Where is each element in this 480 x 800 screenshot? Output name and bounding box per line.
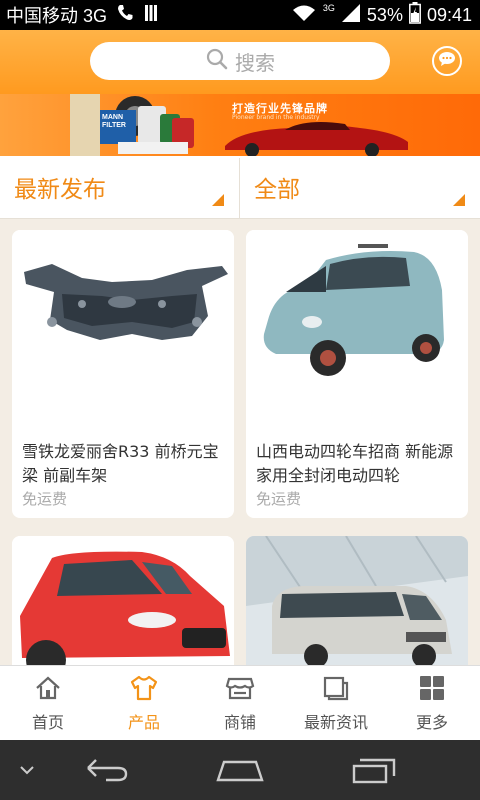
nav-more[interactable]: 更多 [384, 666, 480, 741]
chat-bubble-icon [438, 51, 456, 71]
nav-news-label: 最新资讯 [303, 712, 368, 732]
banner-brand-sign: MANN FILTER [102, 114, 126, 129]
product-title: 山西电动四轮车招商 新能源家用全封闭电动四轮 [256, 442, 454, 485]
shop-icon [225, 675, 255, 705]
product-image-electric-car [246, 230, 468, 430]
carrier-label: 中国移动 3G [6, 6, 108, 26]
recent-apps-icon[interactable] [350, 756, 398, 788]
promo-banner[interactable]: 打造行业先锋品牌 Pioneer brand in the industry M… [0, 94, 480, 156]
news-icon [321, 675, 351, 705]
system-nav-bar [0, 740, 480, 800]
home-icon [34, 675, 62, 705]
nav-products[interactable]: 产品 [96, 666, 192, 741]
wifi-icon [291, 3, 317, 28]
sort-filter[interactable]: 最新发布 [0, 156, 239, 218]
battery-percent: 53% [366, 4, 403, 25]
nav-products-label: 产品 [127, 712, 160, 732]
banner-subtext: Pioneer brand in the industry [232, 114, 320, 121]
clock: 09:41 [426, 4, 472, 25]
dropdown-triangle-icon [453, 194, 465, 206]
shipping-label: 免运费 [22, 490, 68, 508]
nav-shops-label: 商铺 [223, 712, 256, 732]
nav-shops[interactable]: 商铺 [192, 666, 288, 741]
category-filter-label: 全部 [254, 177, 300, 203]
nav-news[interactable]: 最新资讯 [288, 666, 384, 741]
bottom-nav: 首页 产品 商铺 最新资讯 更多 [0, 665, 480, 741]
tshirt-icon [129, 675, 159, 705]
chevron-down-icon[interactable] [18, 762, 36, 781]
filter-bar: 最新发布 全部 [0, 156, 480, 219]
category-filter[interactable]: 全部 [240, 156, 480, 218]
grid-icon [418, 675, 446, 705]
product-card[interactable]: 山西电动四轮车招商 新能源家用全封闭电动四轮 免运费 [246, 230, 468, 518]
sort-filter-label: 最新发布 [14, 177, 106, 203]
phone-icon [115, 3, 135, 28]
dropdown-triangle-icon [212, 194, 224, 206]
nav-more-label: 更多 [415, 712, 448, 732]
message-button[interactable] [432, 46, 462, 76]
home-button-icon[interactable] [214, 756, 266, 788]
product-card[interactable]: 雪铁龙爱丽舍R33 前桥元宝梁 前副车架 免运费 [12, 230, 234, 518]
shipping-label: 免运费 [256, 490, 302, 508]
nav-home-label: 首页 [31, 712, 64, 732]
network-type: 3G [322, 3, 335, 13]
filter-divider [239, 158, 240, 218]
product-title: 雪铁龙爱丽舍R33 前桥元宝梁 前副车架 [22, 442, 219, 485]
search-placeholder: 搜索 [235, 50, 275, 75]
search-icon [205, 47, 229, 76]
nav-home[interactable]: 首页 [0, 666, 96, 741]
sim-icon [143, 3, 159, 28]
app-header: 搜索 [0, 30, 480, 94]
battery-icon [409, 1, 421, 29]
status-bar: 中国移动 3G 3G 53% 09:41 [0, 0, 480, 30]
signal-icon [341, 3, 361, 28]
product-image-subframe [12, 230, 234, 430]
search-input[interactable]: 搜索 [90, 42, 390, 80]
back-icon[interactable] [82, 756, 130, 788]
